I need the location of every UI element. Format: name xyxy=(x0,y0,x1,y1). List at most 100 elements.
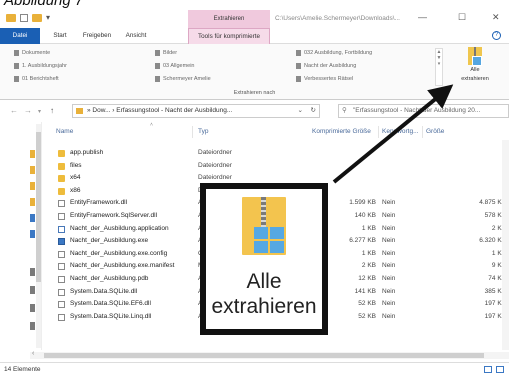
window-title: C:\Users\Amelie.Schermeyer\Downloads\... xyxy=(275,15,400,22)
file-name: Nacht_der_Ausbildung.exe.manifest xyxy=(70,262,175,270)
folder-icon xyxy=(296,63,301,69)
file-icon xyxy=(58,313,65,321)
tab-tools-komprimierte-ordner[interactable]: Tools für komprimierte Ordner xyxy=(188,28,270,56)
folder-icon xyxy=(14,63,19,69)
ribbon-location-item[interactable]: 1. Ausbildungsjahr xyxy=(14,63,67,69)
ribbon-gallery-scroll[interactable]: ▲ ▼ ▾ xyxy=(435,48,443,86)
file-password-protected: Nein xyxy=(382,262,396,270)
chevron-down-icon[interactable]: ⌄ xyxy=(298,105,303,117)
file-name: Nacht_der_Ausbildung.application xyxy=(70,224,169,232)
close-button[interactable]: ✕ xyxy=(492,12,500,23)
file-icon xyxy=(58,213,65,220)
network-drive-icon[interactable] xyxy=(30,286,35,294)
zip-folder-icon xyxy=(468,47,482,66)
computer-icon[interactable] xyxy=(30,214,35,222)
file-password-protected: Nein xyxy=(382,237,396,245)
column-password-protected[interactable]: Kennwortg... xyxy=(382,128,419,135)
ribbon-group-label: Extrahieren nach xyxy=(233,90,276,96)
column-separator[interactable] xyxy=(422,126,423,138)
column-separator[interactable] xyxy=(378,126,379,138)
file-name: System.Data.SQLite.dll xyxy=(70,287,138,295)
navigation-scroll-thumb[interactable] xyxy=(36,132,41,282)
scroll-left-icon[interactable]: ‹ xyxy=(32,350,34,357)
column-compressed-size[interactable]: Komprimierte Größe xyxy=(312,128,371,135)
ribbon-location-item[interactable]: 01 Berichtsheft xyxy=(14,76,59,82)
zoom-callout-extract-all: Alle extrahieren xyxy=(200,183,328,335)
tab-ansicht[interactable]: Ansicht xyxy=(120,28,152,44)
address-field[interactable]: » Dow... › Erfassungstool - Nacht der Au… xyxy=(72,104,320,118)
network-drive-icon[interactable] xyxy=(30,304,35,312)
file-row[interactable]: files Dateiordner xyxy=(46,161,509,172)
drive-icon[interactable] xyxy=(30,230,35,238)
file-name: app.publish xyxy=(70,149,104,156)
details-view-icon[interactable] xyxy=(484,366,492,373)
network-drive-icon[interactable] xyxy=(30,322,35,330)
tab-freigeben[interactable]: Freigeben xyxy=(78,28,116,44)
file-icon xyxy=(58,200,65,208)
file-size: 9 KB xyxy=(491,262,506,270)
file-size: 6.320 KB xyxy=(479,237,506,245)
file-name: Nacht_der_Ausbildung.exe xyxy=(70,237,149,245)
refresh-icon[interactable]: ↻ xyxy=(311,105,316,117)
properties-icon[interactable] xyxy=(20,13,28,22)
extract-all-button[interactable]: Alle extrahieren xyxy=(452,47,498,89)
maximize-button[interactable]: ☐ xyxy=(458,12,466,23)
help-icon[interactable]: ? xyxy=(492,31,501,40)
file-type: Dateiordner xyxy=(198,174,232,182)
ribbon-location-item[interactable]: Nacht der Ausbildung xyxy=(296,63,356,69)
folder-icon[interactable] xyxy=(30,198,35,206)
file-icon xyxy=(58,263,65,271)
folder-icon xyxy=(58,187,65,195)
ribbon-location-item[interactable]: Bilder xyxy=(155,50,177,56)
file-name: files xyxy=(70,161,82,169)
folder-icon[interactable] xyxy=(30,182,35,190)
column-type[interactable]: Typ xyxy=(198,128,208,135)
folder-icon xyxy=(14,76,19,82)
file-size: 578 KB xyxy=(484,212,506,219)
title-bar: ▾ Extrahieren C:\Users\Amelie.Schermeyer… xyxy=(0,10,509,28)
item-count: 14 Elemente xyxy=(4,366,41,373)
recent-dropdown-icon[interactable]: ▾ xyxy=(38,108,41,115)
column-separator[interactable] xyxy=(192,126,193,138)
folder-icon[interactable] xyxy=(6,13,16,22)
file-row[interactable]: app.publish Dateiordner xyxy=(46,148,509,159)
tab-start[interactable]: Start xyxy=(46,28,74,44)
tab-datei[interactable]: Datei xyxy=(0,28,40,44)
folder-icon xyxy=(14,50,19,56)
folder-icon[interactable] xyxy=(30,166,35,174)
folder-icon xyxy=(58,175,65,183)
column-name[interactable]: Name xyxy=(56,128,73,135)
ribbon-location-item[interactable]: Verbessertes Rätsel xyxy=(296,76,353,82)
forward-arrow-icon[interactable]: → xyxy=(24,106,32,115)
zoom-label: Alle extrahieren xyxy=(206,269,322,319)
horizontal-scrollbar[interactable]: ‹ xyxy=(30,350,509,359)
file-password-protected: Nein xyxy=(382,312,396,320)
folder-icon[interactable] xyxy=(30,150,35,158)
file-size: 197 KB xyxy=(484,300,506,308)
sort-caret-icon: ˄ xyxy=(150,122,153,128)
minimize-button[interactable]: — xyxy=(418,12,427,22)
qat-dropdown-icon[interactable]: ▾ xyxy=(46,13,50,22)
ribbon-tabs: Datei Start Freigeben Ansicht Tools für … xyxy=(0,28,509,56)
file-list-vertical-scrollbar[interactable] xyxy=(502,140,509,350)
ribbon-location-item[interactable]: 03 Allgemein xyxy=(155,63,195,69)
ribbon-location-item[interactable]: 032 Ausbildung, Fortbildung xyxy=(296,50,372,56)
search-icon: ⚲ xyxy=(342,107,347,114)
ribbon-location-item[interactable]: Schermeyer Amelie xyxy=(155,76,211,82)
zip-grid-graphic xyxy=(254,227,284,253)
navigation-pane[interactable] xyxy=(0,122,42,350)
network-drive-icon[interactable] xyxy=(30,268,35,276)
column-size[interactable]: Größe xyxy=(426,128,444,135)
search-input[interactable]: ⚲ "Erfassungstool - Nacht der Ausbildung… xyxy=(338,104,509,118)
up-arrow-icon[interactable]: ↑ xyxy=(50,106,54,115)
horizontal-scroll-thumb[interactable] xyxy=(44,353,484,358)
file-name: EntityFramework.dll xyxy=(70,199,128,207)
address-bar-row: ← → ▾ ↑ » Dow... › Erfassungstool - Nach… xyxy=(0,100,509,122)
file-password-protected: Nein xyxy=(382,212,396,219)
back-arrow-icon[interactable]: ← xyxy=(10,106,18,115)
large-icons-view-icon[interactable] xyxy=(496,366,504,373)
new-folder-icon[interactable] xyxy=(32,13,42,22)
ribbon-location-item[interactable]: Dokumente xyxy=(14,50,50,56)
app-icon xyxy=(58,225,65,233)
file-size: 385 KB xyxy=(484,287,506,295)
